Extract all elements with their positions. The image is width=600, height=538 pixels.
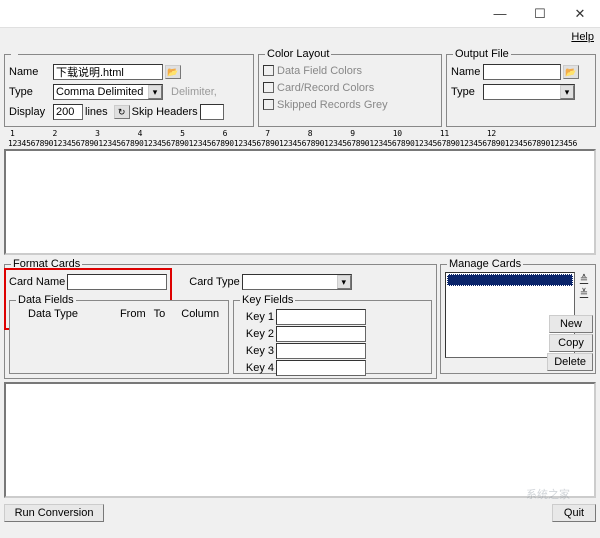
format-cards-legend: Format Cards (11, 258, 82, 270)
type-label: Type (9, 86, 51, 98)
refresh-icon[interactable]: ↻ (114, 105, 130, 119)
open-output-icon[interactable]: 📂 (563, 65, 579, 79)
list-selected-item[interactable] (447, 274, 573, 286)
combo-arrow-icon[interactable]: ▾ (148, 85, 162, 99)
source-type-combo[interactable]: Comma Delimited ▾ (53, 84, 163, 100)
ruler: 123456789101112 123456789012345678901234… (4, 129, 596, 149)
output-name-input[interactable] (483, 64, 561, 80)
run-conversion-button[interactable]: Run Conversion (4, 504, 104, 522)
color-layout-group: Color Layout Data Field Colors Card/Reco… (258, 48, 442, 127)
source-name-input[interactable] (53, 64, 163, 80)
color-layout-legend: Color Layout (265, 48, 331, 60)
open-file-icon[interactable]: 📂 (165, 65, 181, 79)
key-input[interactable] (276, 309, 366, 325)
quit-button[interactable]: Quit (552, 504, 596, 522)
output-type-label: Type (451, 86, 481, 98)
help-menu[interactable]: Help (571, 31, 594, 43)
col-to: To (154, 308, 166, 320)
preview-pane[interactable] (4, 149, 596, 255)
card-type-label: Card Type (189, 276, 240, 288)
skipped-records-grey-checkbox[interactable]: Skipped Records Grey (263, 96, 388, 113)
key-fields-legend: Key Fields (240, 294, 295, 306)
delimiter-label: Delimiter, (171, 86, 217, 98)
key-label: Key 3 (238, 345, 274, 357)
col-column: Column (181, 308, 219, 320)
data-fields-legend: Data Fields (16, 294, 76, 306)
combo-arrow-icon[interactable]: ▾ (337, 275, 351, 289)
skip-headers-label: Skip Headers (132, 106, 198, 118)
display-label: Display (9, 106, 51, 118)
checkbox-label: Skipped Records Grey (277, 99, 388, 111)
maximize-button[interactable]: ☐ (520, 0, 560, 27)
source-group: . Name 📂 Type Comma Delimited ▾ Delimite… (4, 48, 254, 127)
lines-label: lines (85, 106, 108, 118)
key-label: Key 4 (238, 362, 274, 374)
card-name-label: Card Name (9, 276, 65, 288)
format-cards-group: Format Cards Card Name Card Type ▾ Data … (4, 258, 437, 379)
delete-button[interactable]: Delete (547, 353, 593, 371)
new-button[interactable]: New (549, 315, 593, 333)
move-up-button[interactable]: ≙ (577, 272, 591, 286)
card-name-input[interactable] (67, 274, 167, 290)
card-type-combo[interactable]: ▾ (242, 274, 352, 290)
skip-headers-input[interactable] (200, 104, 224, 120)
col-from: From (120, 308, 146, 320)
data-field-colors-checkbox[interactable]: Data Field Colors (263, 62, 362, 79)
display-lines-input[interactable] (53, 104, 83, 120)
col-data-type: Data Type (28, 308, 78, 320)
output-file-group: Output File Name 📂 Type ▾ (446, 48, 596, 127)
data-fields-group: Data Fields Data Type From To Column (9, 294, 229, 374)
manage-cards-group: Manage Cards ≙ ≚ New Copy Delete (440, 258, 596, 374)
key-fields-group: Key Fields Key 1 Key 2 Key 3 Key 4 (233, 294, 432, 374)
manage-cards-legend: Manage Cards (447, 258, 523, 270)
move-down-button[interactable]: ≚ (577, 286, 591, 300)
key-label: Key 1 (238, 311, 274, 323)
key-input[interactable] (276, 326, 366, 342)
minimize-button[interactable]: — (480, 0, 520, 27)
copy-button[interactable]: Copy (549, 334, 593, 352)
card-record-colors-checkbox[interactable]: Card/Record Colors (263, 79, 374, 96)
checkbox-label: Card/Record Colors (277, 82, 374, 94)
output-preview-pane[interactable] (4, 382, 596, 498)
checkbox-label: Data Field Colors (277, 65, 362, 77)
output-name-label: Name (451, 66, 481, 78)
name-label: Name (9, 66, 51, 78)
key-input[interactable] (276, 360, 366, 376)
key-label: Key 2 (238, 328, 274, 340)
key-input[interactable] (276, 343, 366, 359)
combo-arrow-icon[interactable]: ▾ (560, 85, 574, 99)
output-file-legend: Output File (453, 48, 511, 60)
output-type-combo[interactable]: ▾ (483, 84, 575, 100)
close-button[interactable]: ✕ (560, 0, 600, 27)
